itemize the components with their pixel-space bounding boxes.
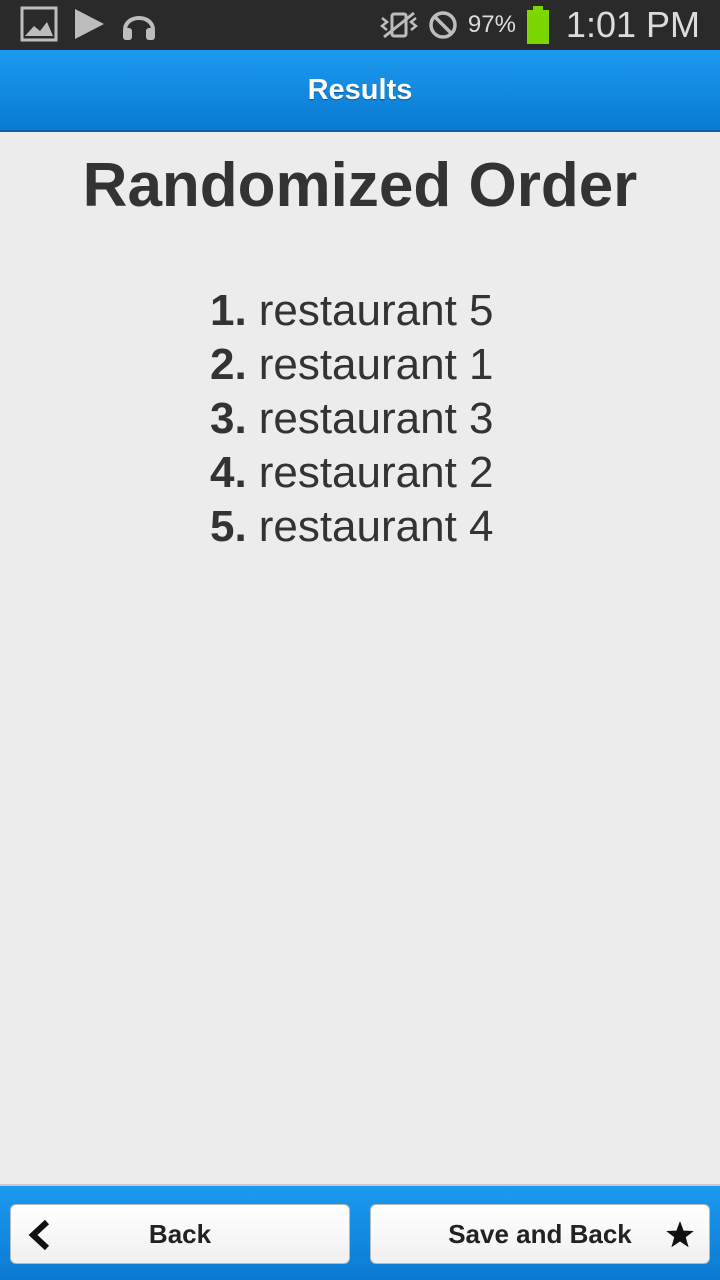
results-heading: Randomized Order — [82, 151, 638, 220]
list-item-label: restaurant 5 — [258, 286, 494, 335]
action-bar: Results — [0, 50, 720, 132]
system-icons: 97% 1:01 PM — [379, 0, 700, 50]
list-item: 2. restaurant 1 — [210, 338, 494, 392]
list-item-number: 1. — [210, 286, 247, 335]
save-and-back-button[interactable]: Save and Back — [370, 1204, 710, 1264]
play-icon — [75, 9, 104, 39]
list-item: 3. restaurant 3 — [210, 392, 494, 446]
back-button[interactable]: Back — [10, 1204, 350, 1264]
star-icon — [666, 1221, 694, 1248]
list-item-label: restaurant 4 — [258, 502, 494, 551]
list-item-number: 5. — [210, 502, 247, 551]
bottom-toolbar: Back Save and Back — [0, 1184, 720, 1280]
result-list: 1. restaurant 5 2. restaurant 1 3. restaura… — [210, 284, 494, 554]
page-title: Results — [307, 73, 413, 106]
blocked-icon — [429, 11, 457, 39]
list-item-label: restaurant 2 — [258, 448, 494, 497]
list-item-number: 3. — [210, 394, 247, 443]
battery-icon — [526, 6, 549, 44]
vibrate-icon — [379, 11, 418, 39]
headphones-icon — [123, 16, 155, 40]
list-item-number: 4. — [210, 448, 247, 497]
list-item: 5. restaurant 4 — [210, 500, 494, 554]
list-item: 1. restaurant 5 — [210, 284, 494, 338]
list-item-number: 2. — [210, 340, 247, 389]
list-item-label: restaurant 3 — [258, 394, 494, 443]
back-button-label: Back — [148, 1218, 212, 1249]
status-bar: 97% 1:01 PM — [0, 0, 720, 50]
notification-icons — [20, 6, 158, 42]
clock: 1:01 PM — [565, 4, 700, 45]
chevron-left-icon — [28, 1220, 50, 1250]
list-item: 4. restaurant 2 — [210, 446, 494, 500]
save-button-label: Save and Back — [448, 1218, 632, 1249]
gallery-icon — [20, 6, 58, 42]
battery-percent: 97% — [467, 11, 516, 38]
list-item-label: restaurant 1 — [258, 340, 494, 389]
main-content: Randomized Order 1. restaurant 5 2. restau… — [0, 132, 720, 1184]
